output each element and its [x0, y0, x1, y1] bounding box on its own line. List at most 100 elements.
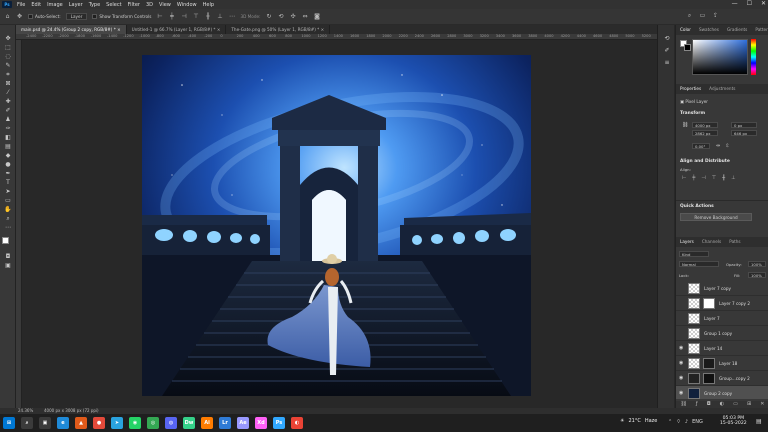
tab-adjustments[interactable]: Adjustments [705, 84, 739, 94]
menu-type[interactable]: Type [86, 2, 103, 8]
align-top-icon[interactable]: ⊤ [192, 13, 199, 20]
flip-vertical-icon[interactable]: ⇳ [725, 143, 729, 149]
tab-patterns[interactable]: Patterns [751, 25, 768, 35]
align-top-edges-icon[interactable]: ⊤ [712, 175, 716, 181]
zoom-level[interactable]: 24.36% [18, 408, 33, 413]
blur-icon[interactable]: ◆ [4, 152, 12, 159]
path-select-icon[interactable]: ➤ [4, 188, 12, 195]
move-icon[interactable]: ✥ [4, 35, 12, 42]
y-field[interactable]: 646 px [731, 130, 757, 136]
eraser-icon[interactable]: ◧ [4, 134, 12, 141]
eye-icon[interactable]: ◉ [679, 391, 685, 396]
pen-icon[interactable]: ✒ [4, 170, 12, 177]
menu-layer[interactable]: Layer [66, 2, 86, 8]
clock[interactable]: 05:03 PM 15-05-2022 [720, 416, 747, 426]
visibility-toggle[interactable] [679, 301, 685, 305]
screen-mode-icon[interactable]: ▣ [4, 262, 12, 269]
layer-row[interactable]: ◉ Layer 18 [676, 356, 768, 371]
menu-filter[interactable]: Filter [125, 2, 143, 8]
align-right-icon[interactable]: ⊣ [180, 13, 187, 20]
taskbar-app-icon[interactable]: Dw [183, 417, 195, 429]
zoom-icon[interactable]: ⌕ [4, 215, 12, 222]
visibility-toggle[interactable] [679, 286, 685, 290]
volume-icon[interactable]: ♪ [685, 419, 688, 425]
menu-image[interactable]: Image [44, 2, 66, 8]
tab-properties[interactable]: Properties [676, 84, 705, 94]
tab-paths[interactable]: Paths [725, 237, 744, 247]
align-center-icon[interactable]: ╪ [168, 13, 175, 20]
color-picker-field[interactable] [692, 39, 748, 75]
shape-icon[interactable]: ▭ [4, 197, 12, 204]
tab-the-gate[interactable]: The-Gate.png @ 50% (Layer 1, RGB/8#) * × [226, 25, 331, 34]
tab-layers[interactable]: Layers [676, 237, 698, 247]
link-layers-icon[interactable]: ⛓ [681, 401, 687, 408]
taskbar-app-icon[interactable]: Ps [273, 417, 285, 429]
flip-horizontal-icon[interactable]: ⇹ [716, 143, 720, 149]
more-tools-icon[interactable]: ⋯ [4, 224, 12, 231]
eyedropper-icon[interactable]: ⁄ [4, 89, 12, 96]
tab-channels[interactable]: Channels [698, 237, 725, 247]
hue-slider[interactable] [751, 39, 756, 75]
share-icon[interactable]: ⇪ [712, 12, 719, 19]
tab-swatches[interactable]: Swatches [695, 25, 723, 35]
align-bottom-icon[interactable]: ⊥ [216, 13, 223, 20]
type-icon[interactable]: T [4, 179, 12, 186]
x-field[interactable]: 0 px [731, 122, 757, 128]
tab-untitled-1[interactable]: Untitled-1 @ 66.7% (Layer 1, RGB/8#) * × [126, 25, 227, 34]
new-group-icon[interactable]: ▭ [733, 401, 738, 408]
tab-main-psd[interactable]: main.psd @ 24.4% (Group 2 copy, RGB/8#) … [16, 25, 127, 34]
move-tool-icon[interactable]: ✥ [16, 13, 23, 20]
remove-background-button[interactable]: Remove Background [680, 213, 752, 221]
taskbar-app-icon[interactable]: Xd [255, 417, 267, 429]
home-icon[interactable]: ⌂ [4, 13, 11, 20]
tab-gradients[interactable]: Gradients [723, 25, 751, 35]
orbit-icon[interactable]: ↻ [265, 13, 272, 20]
visibility-toggle[interactable] [679, 331, 685, 335]
taskbar-app-icon[interactable]: ● [93, 417, 105, 429]
more-options-icon[interactable]: ⋯ [228, 13, 235, 20]
layer-row[interactable]: ◉ Layer 14 [676, 341, 768, 356]
layer-row[interactable]: Layer 7 copy 2 [676, 296, 768, 311]
add-mask-icon[interactable]: ◘ [707, 401, 711, 408]
fill-field[interactable]: 100% [748, 272, 766, 278]
align-right-edges-icon[interactable]: ⊣ [701, 175, 705, 181]
layer-row[interactable]: ◉ Group...copy 2 [676, 371, 768, 386]
bg-swatch[interactable] [684, 44, 691, 51]
roll-icon[interactable]: ⟲ [277, 13, 284, 20]
auto-select-dropdown[interactable]: Layer [65, 13, 88, 20]
brush-icon[interactable]: ✐ [4, 107, 12, 114]
auto-select-checkbox[interactable]: Auto-Select: [28, 14, 61, 20]
menu-3d[interactable]: 3D [143, 2, 156, 8]
adjustment-layer-icon[interactable]: ◐ [720, 401, 724, 408]
taskbar-app-icon[interactable]: Ai [201, 417, 213, 429]
language-indicator[interactable]: ENG [692, 419, 703, 425]
taskbar-app-icon[interactable]: e [57, 417, 69, 429]
weather-widget[interactable]: ☀ 21°C Haze [620, 418, 657, 424]
history-brush-icon[interactable]: ✑ [4, 125, 12, 132]
menu-view[interactable]: View [156, 2, 174, 8]
slide-icon[interactable]: ⇔ [301, 13, 308, 20]
frame-icon[interactable]: ⊠ [4, 80, 12, 87]
blend-mode-dropdown[interactable]: Normal [679, 261, 719, 267]
opacity-field[interactable]: 100% [748, 261, 766, 267]
close-button[interactable]: ✕ [761, 0, 766, 7]
gradient-icon[interactable]: ▤ [4, 143, 12, 150]
adjust-icon[interactable]: ≡ [663, 59, 671, 66]
network-icon[interactable]: ⌔ [676, 419, 681, 425]
menu-select[interactable]: Select [103, 2, 124, 8]
taskbar-app-icon[interactable]: ◍ [165, 417, 177, 429]
eye-icon[interactable]: ◉ [679, 376, 685, 381]
taskbar-app-icon[interactable]: Ae [237, 417, 249, 429]
start-button[interactable]: ⊞ [3, 417, 15, 429]
link-icon[interactable]: ⛓ [682, 122, 688, 128]
tray-expand-icon[interactable]: ⌃ [668, 419, 672, 425]
taskbar-app-icon[interactable]: ▣ [39, 417, 51, 429]
notification-icon[interactable]: ▤ [756, 418, 762, 425]
maximize-button[interactable]: ☐ [747, 0, 752, 7]
layer-row[interactable]: Layer 7 [676, 311, 768, 326]
history-icon[interactable]: ⟲ [663, 35, 671, 42]
menu-help[interactable]: Help [200, 2, 217, 8]
crop-icon[interactable]: ⌗ [4, 71, 12, 78]
quick-select-icon[interactable]: ✎ [4, 62, 12, 69]
brush-settings-icon[interactable]: ✐ [663, 47, 671, 54]
